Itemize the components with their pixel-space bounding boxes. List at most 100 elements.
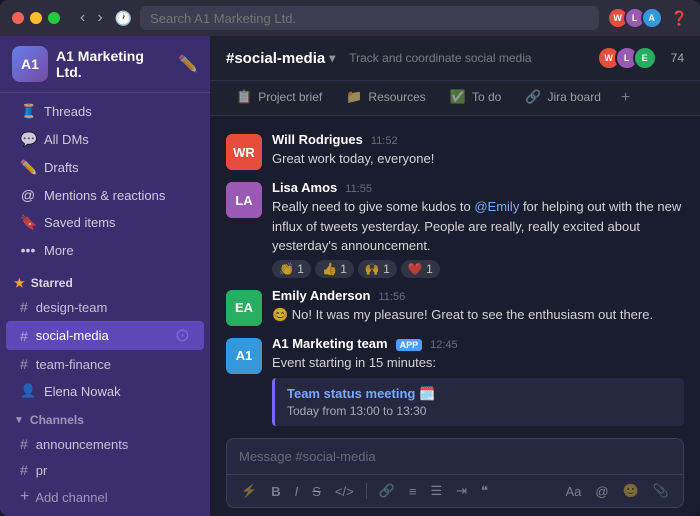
nav-section: 🧵 Threads 💬 All DMs ✏️ Drafts @ Mentions… [0,93,210,268]
reaction-raised-hands[interactable]: 🙌 1 [358,260,397,278]
sidebar-item-saved-label: Saved items [44,215,116,230]
app-window: ‹ › 🕐 W L A ❓ A1 A1 Marketing Ltd. ✏️ [0,0,700,516]
titlebar: ‹ › 🕐 W L A ❓ [0,0,700,36]
resources-icon: 📁 [346,89,362,105]
dm-elena-nowak[interactable]: 👤 Elena Nowak [6,378,204,404]
sidebar-item-dms-label: All DMs [44,132,89,147]
indent-button[interactable]: ⇥ [452,481,471,501]
close-button[interactable] [12,12,24,24]
starred-label: Starred [31,276,73,290]
lisa-author: Lisa Amos [272,180,337,195]
channel-team-finance[interactable]: # team-finance [6,352,204,376]
help-button[interactable]: ❓ [671,10,688,27]
member-count[interactable]: 74 [671,51,684,65]
will-text: Great work today, everyone! [272,149,684,169]
tab-todo[interactable]: ✅ To do [440,81,512,115]
add-channel-button[interactable]: + Add channel [6,484,204,510]
hash-icon: # [20,299,28,315]
workspace-name: A1 Marketing Ltd. [56,48,170,80]
dms-icon: 💬 [20,131,36,148]
unordered-list-button[interactable]: ☰ [426,481,446,501]
sidebar-item-all-dms[interactable]: 💬 All DMs [6,126,204,153]
channel-design-team-label: design-team [36,300,108,315]
sidebar-item-more[interactable]: ••• More [6,237,204,263]
history-button[interactable]: 🕐 [115,10,132,27]
strikethrough-button[interactable]: S [308,482,325,501]
bold-button[interactable]: B [267,482,284,501]
tab-jira-board[interactable]: 🔗 Jira board [515,81,611,115]
text-format-button[interactable]: Aa [562,481,586,501]
minimize-button[interactable] [30,12,42,24]
add-tab-button[interactable]: + [615,81,636,115]
a1-msg-header: A1 Marketing team APP 12:45 [272,336,684,351]
a1-msg-avatar: A1 [226,338,262,374]
attachment-button[interactable]: 📎 [649,481,673,501]
forward-button[interactable]: › [93,7,106,29]
sidebar-item-mentions[interactable]: @ Mentions & reactions [6,182,204,208]
window-controls[interactable] [12,12,60,24]
lisa-msg-content: Lisa Amos 11:55 Really need to give some… [272,180,684,278]
emily-msg-content: Emily Anderson 11:56 😊 No! It was my ple… [272,288,684,326]
channel-pr[interactable]: # pr [6,458,204,482]
channel-team-finance-label: team-finance [36,357,111,372]
link-button[interactable]: 🔗 [375,481,399,501]
will-author: Will Rodrigues [272,132,363,147]
input-toolbar: ⚡ B I S </> 🔗 ≡ ☰ ⇥ ❝ Aa @ [227,474,683,507]
message-input[interactable] [227,439,683,474]
message-input-area: ⚡ B I S </> 🔗 ≡ ☰ ⇥ ❝ Aa @ [210,428,700,516]
sidebar-item-drafts-label: Drafts [44,160,79,175]
ordered-list-button[interactable]: ≡ [405,482,421,501]
reaction-thumbs[interactable]: 👍 1 [315,260,354,278]
a1-time: 12:45 [430,339,458,351]
reaction-clap[interactable]: 👏 1 [272,260,311,278]
message-lisa: LA Lisa Amos 11:55 Really need to give s… [226,176,684,282]
emily-msg-avatar: EA [226,290,262,326]
emily-author: Emily Anderson [272,288,370,303]
workspace-header[interactable]: A1 A1 Marketing Ltd. ✏️ [0,36,210,93]
emoji-button[interactable]: 🙂 [619,481,643,501]
lisa-reactions[interactable]: 👏 1 👍 1 🙌 1 ❤️ 1 [272,260,684,278]
channel-announcements[interactable]: # announcements [6,432,204,456]
message-a1-app: A1 A1 Marketing team APP 12:45 Event sta… [226,332,684,429]
channel-title: #social-media ▾ [226,50,335,67]
toolbar-divider-1 [366,483,367,499]
workspace-edit-button[interactable]: ✏️ [178,54,198,74]
app-badge: APP [396,339,423,351]
sidebar-item-saved[interactable]: 🔖 Saved items [6,209,204,236]
will-msg-avatar: WR [226,134,262,170]
back-button[interactable]: ‹ [76,7,89,29]
lisa-time: 11:55 [345,183,372,195]
tab-resources[interactable]: 📁 Resources [336,81,436,115]
at-mention-button[interactable]: @ [591,481,612,501]
message-will: WR Will Rodrigues 11:52 Great work today… [226,128,684,174]
channel-design-team[interactable]: # design-team [6,295,204,319]
blockquote-button[interactable]: ❝ [477,481,492,501]
emily-time: 11:56 [378,291,405,303]
search-input[interactable] [140,6,598,30]
reaction-heart[interactable]: ❤️ 1 [401,260,440,278]
a1-text: Event starting in 15 minutes: [272,353,684,373]
channels-section-header[interactable]: ▼ Channels [0,405,210,431]
sidebar-item-threads[interactable]: 🧵 Threads [6,98,204,125]
channel-social-media[interactable]: # social-media ⊙ [6,321,204,350]
more-icon: ••• [20,242,36,258]
tab-resources-label: Resources [368,90,425,104]
sidebar-item-drafts[interactable]: ✏️ Drafts [6,154,204,181]
emily-msg-header: Emily Anderson 11:56 [272,288,684,303]
message-emily: EA Emily Anderson 11:56 😊 No! It was my … [226,284,684,330]
hash-icon: # [20,462,28,478]
member-avatars[interactable]: W L E [597,46,657,70]
maximize-button[interactable] [48,12,60,24]
chat-header-right: W L E 74 [597,46,684,70]
sidebar-item-more-label: More [44,243,74,258]
italic-button[interactable]: I [291,482,303,501]
code-button[interactable]: </> [331,482,358,501]
tab-project-brief[interactable]: 📋 Project brief [226,81,332,115]
dm-section-header[interactable]: ▼ Direct messages [0,511,210,516]
channel-description: Track and coordinate social media [349,51,531,65]
member-avatar-3: E [633,46,657,70]
a1-msg-content: A1 Marketing team APP 12:45 Event starti… [272,336,684,427]
lightning-button[interactable]: ⚡ [237,481,261,501]
chevron-down-icon[interactable]: ▾ [329,51,335,65]
mentions-icon: @ [20,187,36,203]
